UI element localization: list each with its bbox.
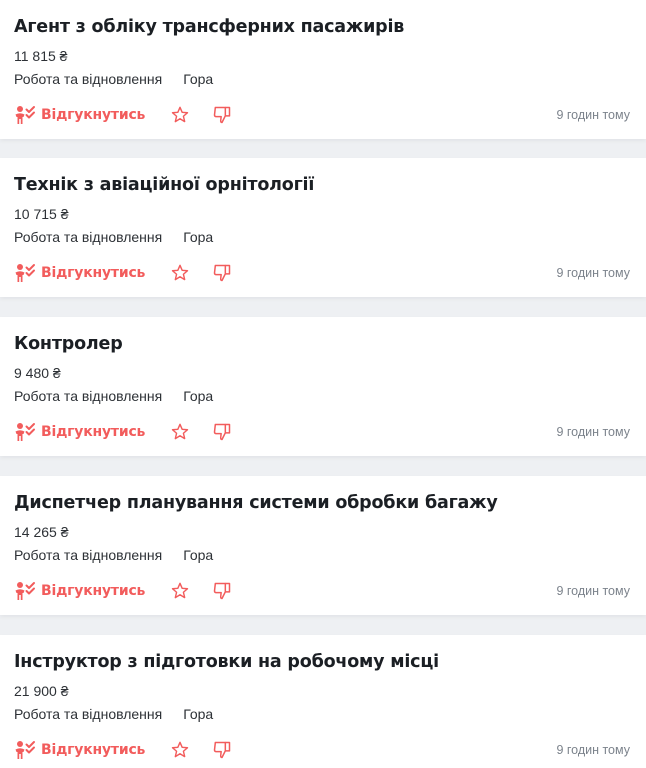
favorite-button[interactable] [169,739,191,761]
vacancy-card[interactable]: Агент з обліку трансферних пасажирів 11 … [0,0,646,139]
apply-button-label: Відгукнутись [41,742,146,758]
thumbs-down-icon [213,741,231,759]
vacancy-meta: Робота та відновлення Гора [14,546,630,564]
star-icon [171,741,189,758]
apply-button-label: Відгукнутись [41,265,146,281]
dislike-button[interactable] [211,262,233,284]
vacancy-time: 9 годин тому [556,266,630,280]
dislike-button[interactable] [211,739,233,761]
vacancy-time: 9 годин тому [556,584,630,598]
apply-button[interactable]: Відгукнутись [14,105,145,125]
star-icon [171,264,189,281]
vacancy-company: Робота та відновлення [14,71,163,87]
vacancy-location: Гора [183,229,214,245]
vacancy-salary: 14 265 ₴ [14,524,69,540]
vacancy-card[interactable]: Інструктор з підготовки на робочому місц… [0,635,646,768]
vacancy-meta: Робота та відновлення Гора [14,228,630,246]
thumbs-down-icon [213,106,231,124]
vacancy-card[interactable]: Диспетчер планування системи обробки баг… [0,476,646,615]
apply-button[interactable]: Відгукнутись [14,263,145,283]
thumbs-down-icon [213,264,231,282]
vacancy-company: Робота та відновлення [14,706,163,722]
vacancy-title[interactable]: Агент з обліку трансферних пасажирів [14,16,630,38]
favorite-button[interactable] [169,104,191,126]
favorite-button[interactable] [169,580,191,602]
star-icon [171,582,189,599]
vacancy-salary: 9 480 ₴ [14,365,61,381]
vacancy-time: 9 годин тому [556,108,630,122]
vacancy-actions: Відгукнутись 9 годин тому [14,261,630,285]
vacancy-meta: Робота та відновлення Гора [14,70,630,88]
vacancy-actions: Відгукнутись 9 годин тому [14,420,630,444]
vacancy-company: Робота та відновлення [14,388,163,404]
vacancy-location: Гора [183,706,214,722]
apply-button[interactable]: Відгукнутись [14,422,145,442]
thumbs-down-icon [213,582,231,600]
vacancy-card[interactable]: Технік з авіаційної орнітології 10 715 ₴… [0,158,646,297]
vacancy-title[interactable]: Інструктор з підготовки на робочому місц… [14,651,630,673]
favorite-button[interactable] [169,262,191,284]
vacancy-location: Гора [183,71,214,87]
apply-button[interactable]: Відгукнутись [14,740,145,760]
person-check-icon [15,582,35,600]
vacancy-time: 9 годин тому [556,425,630,439]
favorite-button[interactable] [169,421,191,443]
thumbs-down-icon [213,423,231,441]
vacancy-company: Робота та відновлення [14,547,163,563]
vacancy-title[interactable]: Контролер [14,333,630,355]
vacancy-actions: Відгукнутись 9 годин тому [14,579,630,603]
vacancy-salary: 11 815 ₴ [14,48,68,64]
vacancy-time: 9 годин тому [556,743,630,757]
dislike-button[interactable] [211,421,233,443]
apply-button[interactable]: Відгукнутись [14,581,145,601]
vacancy-actions: Відгукнутись 9 годин тому [14,738,630,762]
vacancy-list: Агент з обліку трансферних пасажирів 11 … [0,0,646,768]
person-check-icon [15,741,35,759]
vacancy-meta: Робота та відновлення Гора [14,705,630,723]
vacancy-salary: 21 900 ₴ [14,683,69,699]
star-icon [171,106,189,123]
person-check-icon [15,423,35,441]
apply-button-label: Відгукнутись [41,107,146,123]
vacancy-location: Гора [183,388,214,404]
apply-button-label: Відгукнутись [41,583,146,599]
person-check-icon [15,264,35,282]
vacancy-company: Робота та відновлення [14,229,163,245]
person-check-icon [15,106,35,124]
vacancy-meta: Робота та відновлення Гора [14,387,630,405]
vacancy-salary: 10 715 ₴ [14,206,69,222]
vacancy-location: Гора [183,547,214,563]
vacancy-actions: Відгукнутись 9 годин тому [14,103,630,127]
star-icon [171,423,189,440]
vacancy-card[interactable]: Контролер 9 480 ₴ Робота та відновлення … [0,317,646,456]
apply-button-label: Відгукнутись [41,424,146,440]
dislike-button[interactable] [211,580,233,602]
vacancy-title[interactable]: Технік з авіаційної орнітології [14,174,630,196]
dislike-button[interactable] [211,104,233,126]
vacancy-title[interactable]: Диспетчер планування системи обробки баг… [14,492,630,514]
